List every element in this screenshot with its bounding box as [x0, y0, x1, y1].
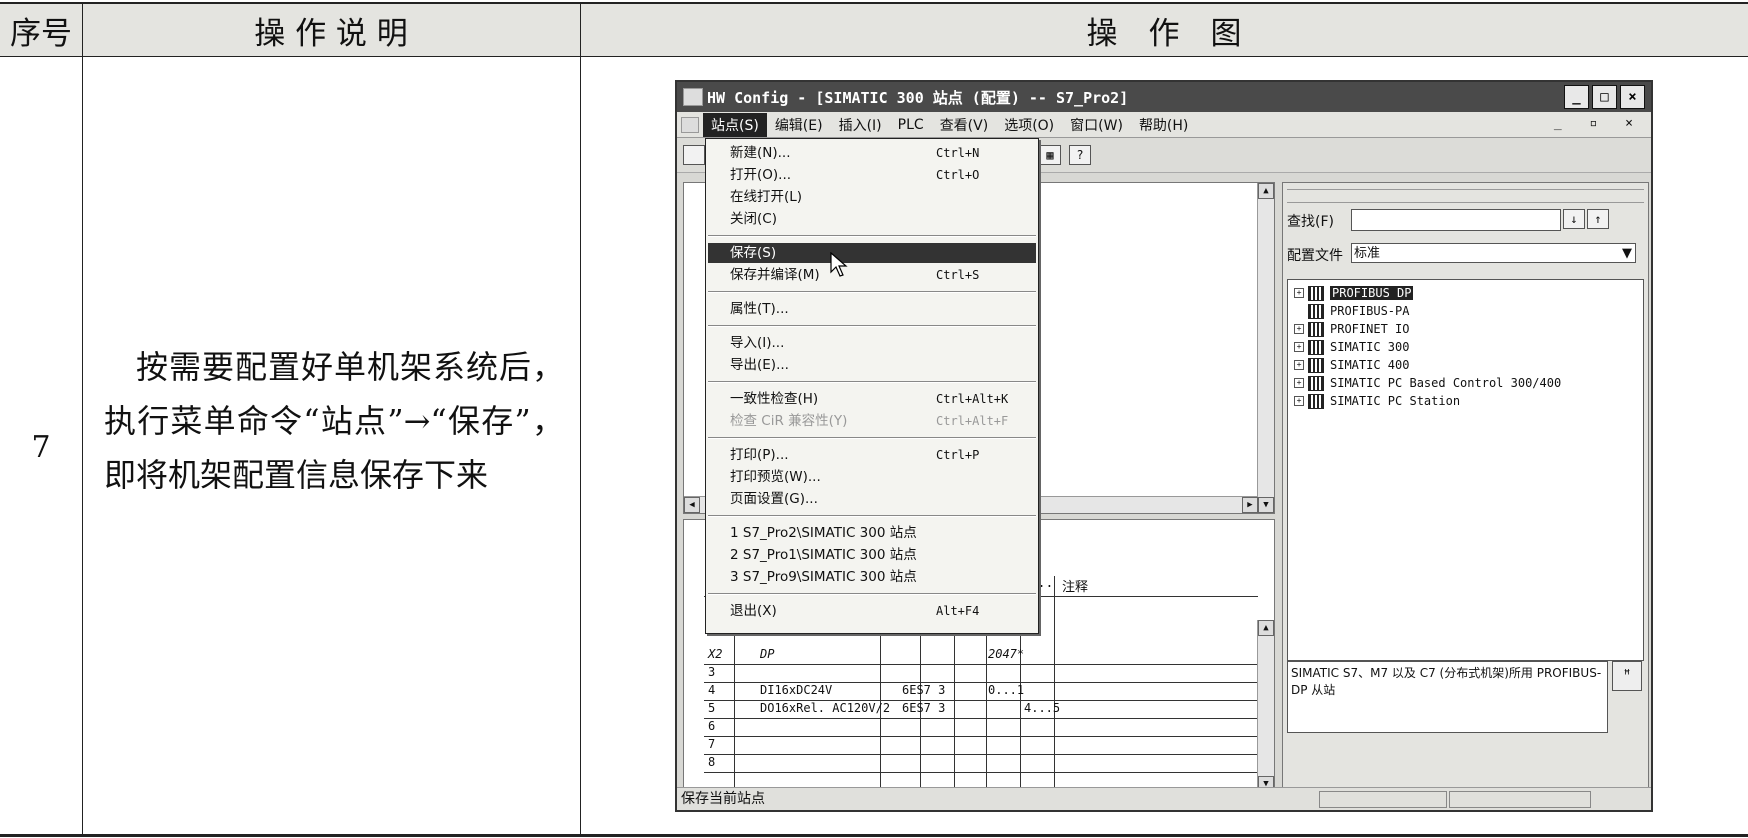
network-icon: [1308, 303, 1324, 319]
new-icon[interactable]: [683, 145, 705, 165]
tree-node[interactable]: + PROFINET IO: [1294, 320, 1409, 338]
tree-node[interactable]: + SIMATIC PC Station: [1294, 392, 1460, 410]
menu-item-import[interactable]: 导入(I)...: [708, 333, 1036, 353]
tree-node[interactable]: + SIMATIC 300: [1294, 338, 1409, 356]
profile-label: 配置文件: [1287, 248, 1343, 264]
table-row[interactable]: 5 DO16xRel. AC120V/2 6ES7 3 4...5: [704, 700, 1258, 719]
catalog-info: SIMATIC S7、M7 以及 C7 (分布式机架)所用 PROFIBUS-D…: [1287, 661, 1608, 733]
mouse-cursor-icon: [830, 252, 848, 277]
menu-edit[interactable]: 编辑(E): [767, 113, 831, 137]
col-comment: 注释: [1062, 580, 1089, 595]
pc-icon: [1308, 393, 1324, 409]
table-row[interactable]: X2 DP 2047*: [704, 646, 1258, 665]
menu-item-save-compile[interactable]: 保存并编译(M) Ctrl+S: [708, 265, 1036, 285]
menu-item-print-preview[interactable]: 打印预览(W)...: [708, 467, 1036, 487]
menu-window[interactable]: 窗口(W): [1062, 113, 1131, 137]
status-text: 保存当前站点: [681, 791, 765, 807]
row-description: 按需要配置好单机架系统后，执行菜单命令“站点”→“保存”，即将机架配置信息保存下…: [104, 348, 564, 494]
table-row[interactable]: 4 DI16xDC24V 6ES7 3 0...1: [704, 682, 1258, 701]
title-bar: HW Config - [SIMATIC 300 站点 (配置) -- S7_P…: [677, 82, 1651, 112]
menu-item-new[interactable]: 新建(N)... Ctrl+N: [708, 143, 1036, 163]
app-icon: [683, 88, 703, 106]
doc-icon: [681, 116, 699, 133]
header-number: 序号: [10, 15, 72, 52]
tree-node[interactable]: +PROFIBUS-PA: [1294, 302, 1409, 320]
table-row[interactable]: 8: [704, 754, 1258, 773]
network-icon: [1308, 285, 1324, 301]
menu-item-page-setup[interactable]: 页面设置(G)...: [708, 489, 1036, 509]
scroll-down-icon[interactable]: ▼: [1258, 497, 1274, 513]
menu-item-cir-check: 检查 CiR 兼容性(Y) Ctrl+Alt+F: [730, 413, 1009, 429]
menu-item-open[interactable]: 打开(O)... Ctrl+O: [708, 165, 1036, 185]
menu-item-export[interactable]: 导出(E)...: [708, 355, 1036, 375]
profile-select[interactable]: 标准 ▼: [1351, 243, 1636, 263]
table-vscroll[interactable]: ▲ ▼: [1257, 620, 1274, 792]
menu-item-recent-2[interactable]: 2 S7_Pro1\SIMATIC 300 站点: [708, 545, 1036, 565]
menu-item-properties[interactable]: 属性(T)...: [708, 299, 1036, 319]
menu-item-open-online[interactable]: 在线打开(L): [708, 187, 1036, 207]
hardware-catalog: 查找(F) ↓ ↑ 配置文件 标准 ▼ +PROFIBUS DP +PROFIB…: [1282, 182, 1649, 792]
menu-help[interactable]: 帮助(H): [1131, 113, 1196, 137]
menu-view[interactable]: 查看(V): [932, 113, 997, 137]
rack-vscroll[interactable]: ▲ ▼: [1257, 183, 1274, 513]
chevron-down-icon: ▼: [1622, 246, 1632, 261]
menu-item-recent-3[interactable]: 3 S7_Pro9\SIMATIC 300 站点: [708, 567, 1036, 587]
tree-node[interactable]: + PROFIBUS DP: [1294, 284, 1414, 302]
menu-options[interactable]: 选项(O): [996, 113, 1062, 137]
menu-item-recent-1[interactable]: 1 S7_Pro2\SIMATIC 300 站点: [708, 523, 1036, 543]
window-title: HW Config - [SIMATIC 300 站点 (配置) -- S7_P…: [707, 88, 1129, 107]
menu-item-consistency[interactable]: 一致性检查(H) Ctrl+Alt+K: [708, 389, 1036, 409]
table-row[interactable]: 6: [704, 718, 1258, 737]
scroll-up-icon[interactable]: ▲: [1258, 183, 1274, 199]
scroll-up-icon[interactable]: ▲: [1258, 620, 1274, 636]
catalog-tree: +PROFIBUS DP +PROFIBUS-PA +PROFINET IO +…: [1287, 279, 1644, 661]
catalog-grip[interactable]: [1287, 189, 1644, 203]
scroll-left-icon[interactable]: ◀: [684, 497, 700, 513]
menu-item-save[interactable]: 保存(S): [708, 243, 1036, 263]
header-description: 操 作 说 明: [254, 15, 408, 52]
row-number: 7: [31, 430, 51, 465]
menu-plc[interactable]: PLC: [890, 115, 932, 135]
maximize-button[interactable]: □: [1592, 85, 1617, 109]
scroll-right-icon[interactable]: ▶: [1242, 497, 1258, 513]
rack-icon: [1308, 339, 1324, 355]
find-label: 查找(F): [1287, 214, 1334, 230]
mdi-controls[interactable]: _ ▫ ×: [1554, 116, 1643, 131]
station-menu-dropdown: 新建(N)... Ctrl+N 打开(O)... Ctrl+O 在线打开(L) 关闭…: [705, 138, 1039, 634]
rack-icon: [1308, 357, 1324, 373]
close-button[interactable]: ×: [1620, 85, 1645, 109]
menu-item-print[interactable]: 打印(P)... Ctrl+P: [708, 445, 1036, 465]
info-toggle-icon[interactable]: ꟸ: [1612, 661, 1642, 691]
header-figure: 操 作 图: [1086, 15, 1242, 52]
find-up-icon[interactable]: ↑: [1587, 209, 1609, 229]
tree-node[interactable]: + SIMATIC 400: [1294, 356, 1409, 374]
network-icon: [1308, 321, 1324, 337]
network-icon[interactable]: ▦: [1039, 145, 1061, 165]
status-bar: 保存当前站点: [677, 787, 1651, 810]
find-input[interactable]: [1351, 209, 1561, 231]
menu-item-exit[interactable]: 退出(X) Alt+F4: [708, 601, 1036, 621]
find-down-icon[interactable]: ↓: [1563, 209, 1585, 229]
minimize-button[interactable]: _: [1564, 85, 1589, 109]
table-row[interactable]: 3: [704, 664, 1258, 683]
menu-station[interactable]: 站点(S): [703, 112, 767, 137]
rack-icon: [1308, 375, 1324, 391]
help-icon[interactable]: ?: [1069, 145, 1091, 165]
menu-item-close[interactable]: 关闭(C): [708, 209, 1036, 229]
table-row[interactable]: 7: [704, 736, 1258, 755]
menu-insert[interactable]: 插入(I): [831, 113, 890, 137]
menu-bar: 站点(S) 编辑(E) 插入(I) PLC 查看(V) 选项(O) 窗口(W) …: [677, 112, 1651, 138]
tree-node[interactable]: + SIMATIC PC Based Control 300/400: [1294, 374, 1561, 392]
